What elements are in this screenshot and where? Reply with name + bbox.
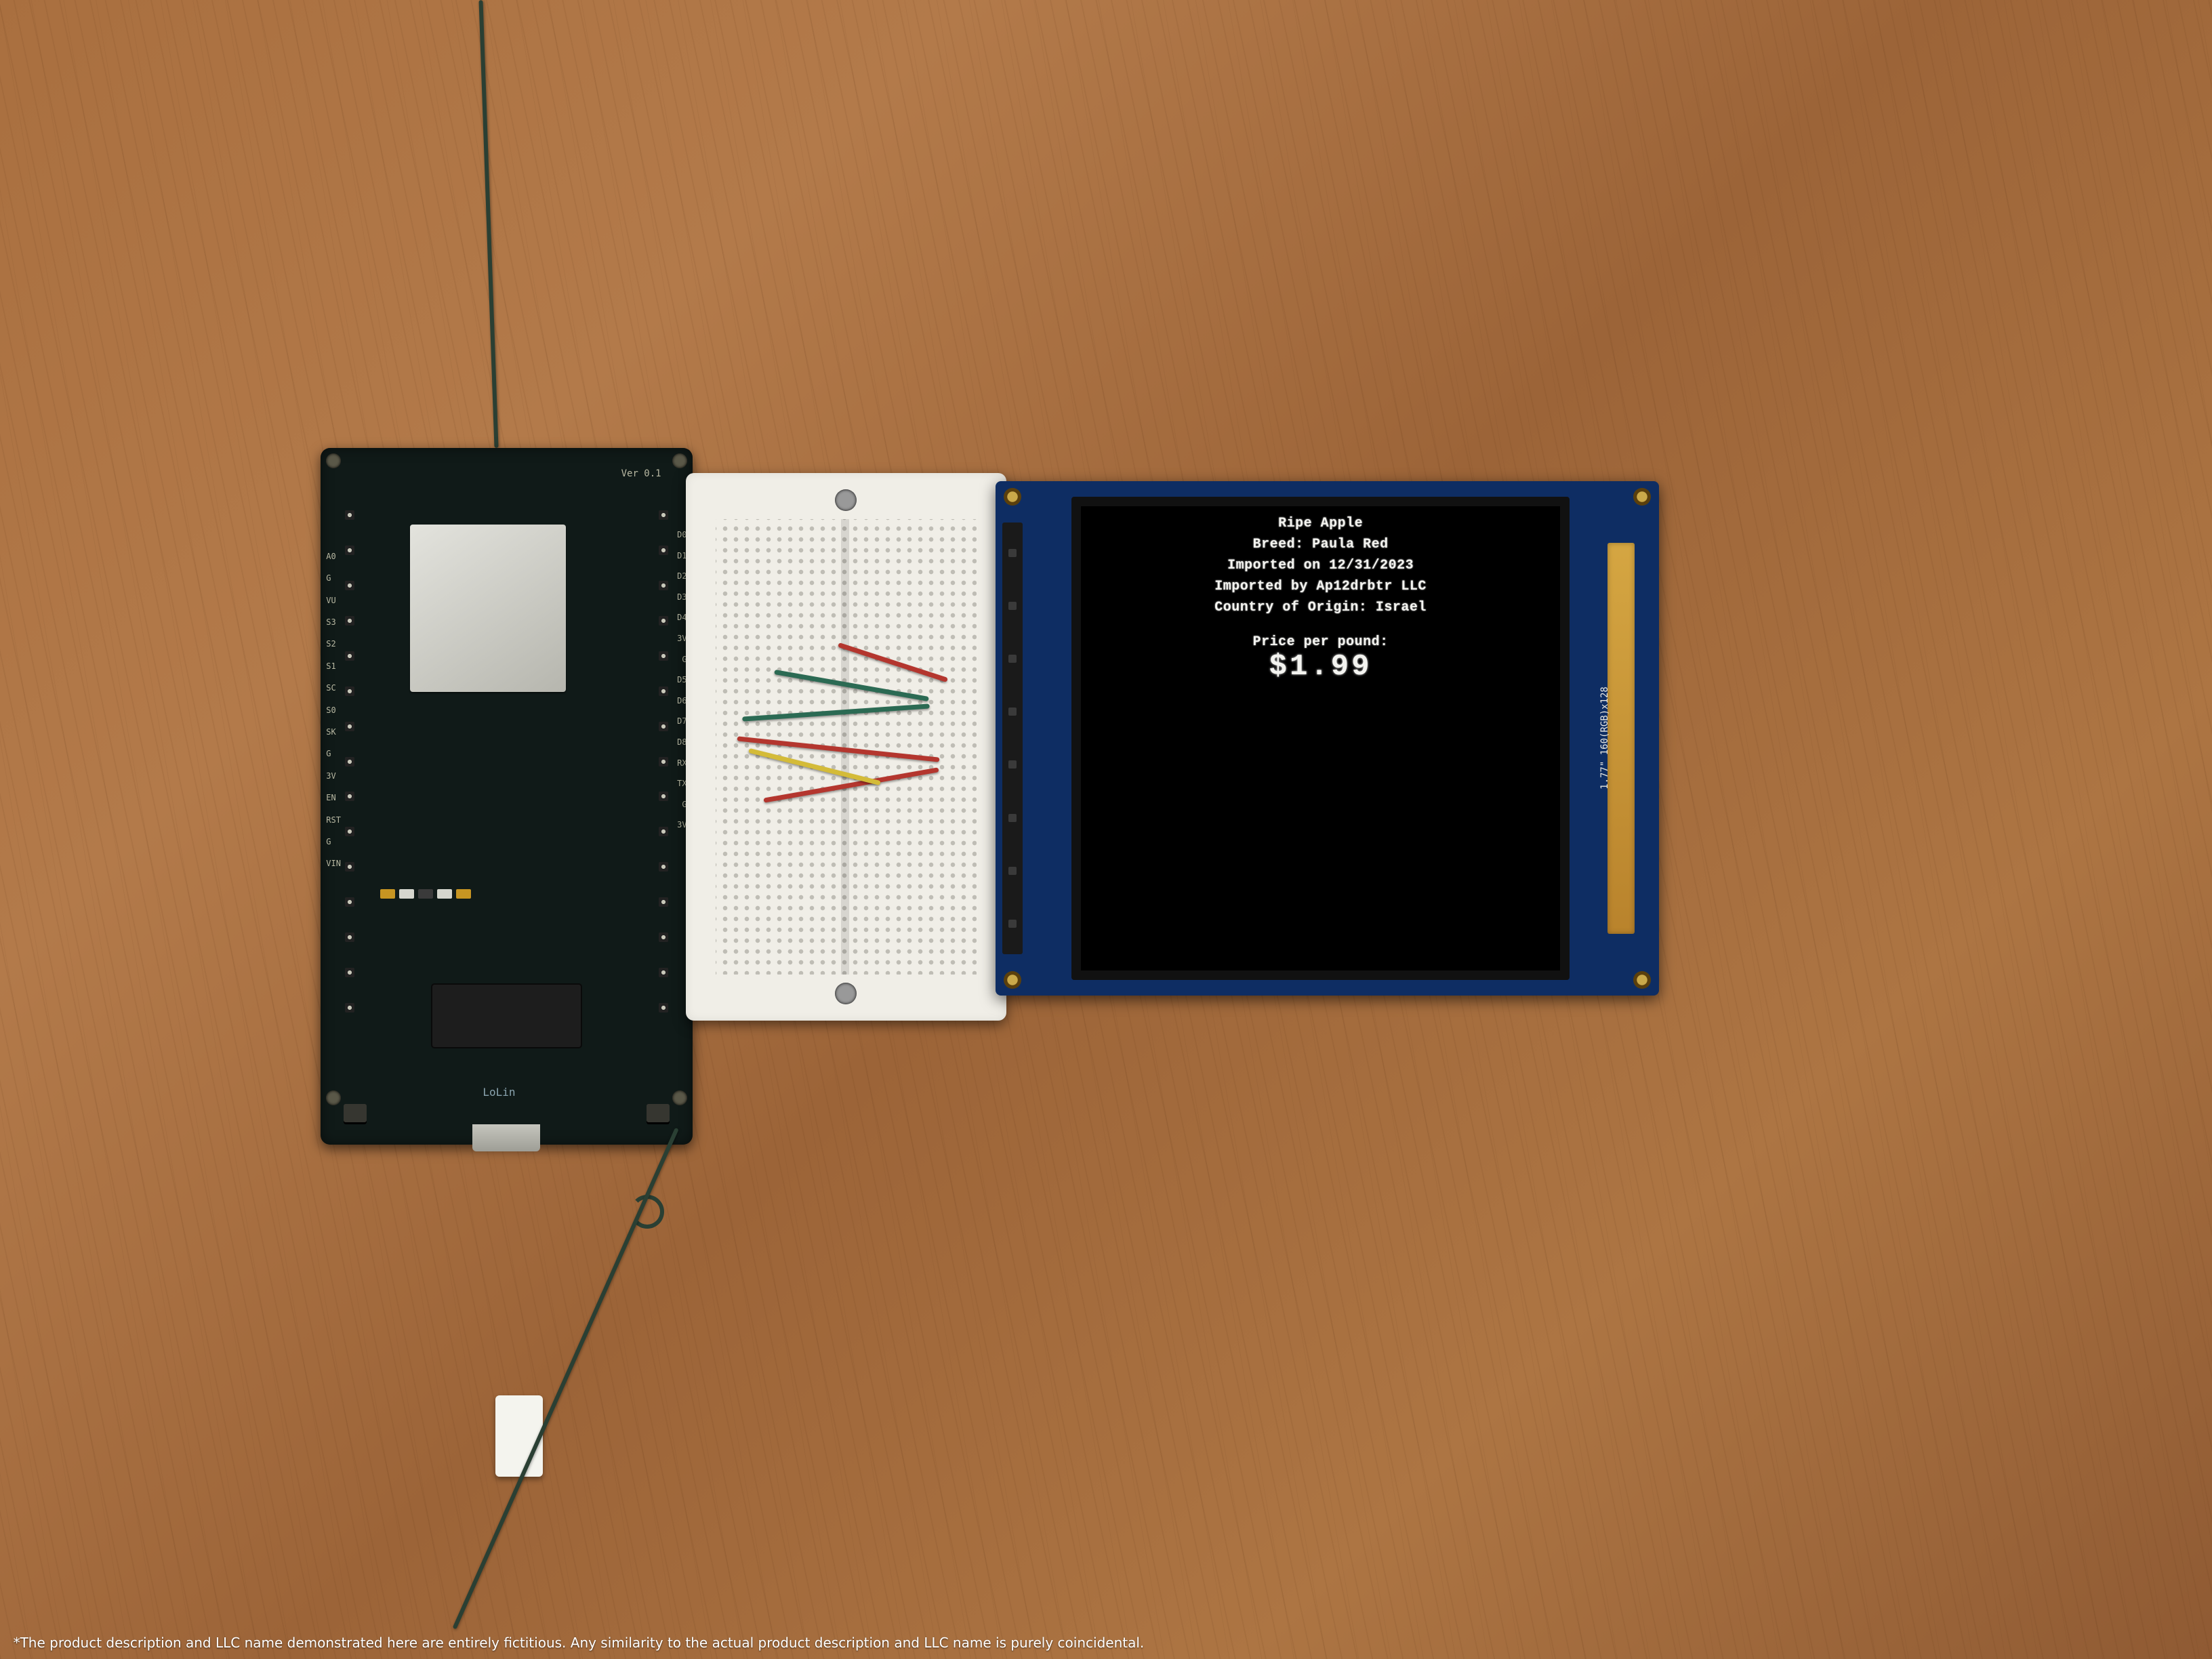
- import-date: Imported on 12/31/2023: [1227, 555, 1414, 576]
- price-value: $1.99: [1269, 650, 1372, 684]
- top-wire: [479, 0, 499, 448]
- mount-hole: [326, 453, 341, 468]
- tft-flex-ribbon: [1607, 543, 1635, 934]
- right-pin-header: [659, 510, 668, 1012]
- micro-usb-port[interactable]: [472, 1124, 540, 1151]
- tft-screen: Ripe Apple Breed: Paula Red Imported on …: [1071, 497, 1569, 980]
- mount-hole: [1004, 488, 1021, 506]
- tft-display-module: 1.77" 160(RGB)x128 Ripe Apple Breed: Pau…: [996, 481, 1659, 996]
- mini-breadboard: [686, 473, 1006, 1021]
- mcu-brand-label: LoLin: [483, 1086, 515, 1099]
- mount-hole: [672, 1090, 687, 1105]
- mount-hole: [1633, 971, 1651, 989]
- usb-serial-chip: [432, 985, 581, 1048]
- flash-button[interactable]: [647, 1104, 670, 1124]
- jumper-wires: [716, 519, 977, 975]
- breadboard-mount-hole: [835, 983, 857, 1004]
- price-per-pound-label: Price per pound:: [1253, 634, 1389, 650]
- wifi-shield: [410, 525, 566, 692]
- origin-country: Country of Origin: Israel: [1214, 597, 1427, 618]
- breadboard-grid: [716, 519, 977, 975]
- reset-button[interactable]: [344, 1104, 367, 1124]
- product-name: Ripe Apple: [1278, 513, 1363, 534]
- smd-components: [380, 852, 633, 935]
- mcu-version-label: Ver 0.1: [621, 468, 661, 479]
- importer: Imported by Ap12drbtr LLC: [1214, 576, 1427, 597]
- mount-hole: [672, 453, 687, 468]
- tft-pin-header: [1002, 523, 1023, 954]
- mount-hole: [326, 1090, 341, 1105]
- nodemcu-board: Ver 0.1 A0 G VU S3 S2 S1 SC S0 SK G 3V E…: [321, 448, 692, 1145]
- disclaimer-text: *The product description and LLC name de…: [14, 1635, 1145, 1651]
- bottom-wire: [452, 1127, 678, 1629]
- left-pin-labels: A0 G VU S3 S2 S1 SC S0 SK G 3V EN RST G …: [326, 546, 341, 875]
- product-breed: Breed: Paula Red: [1253, 534, 1389, 555]
- mount-hole: [1633, 488, 1651, 506]
- left-pin-header: [345, 510, 354, 1012]
- usb-cable-plug: [495, 1395, 543, 1477]
- breadboard-mount-hole: [835, 489, 857, 511]
- mount-hole: [1004, 971, 1021, 989]
- tft-resolution-label: 1.77" 160(RGB)x128: [1599, 687, 1610, 790]
